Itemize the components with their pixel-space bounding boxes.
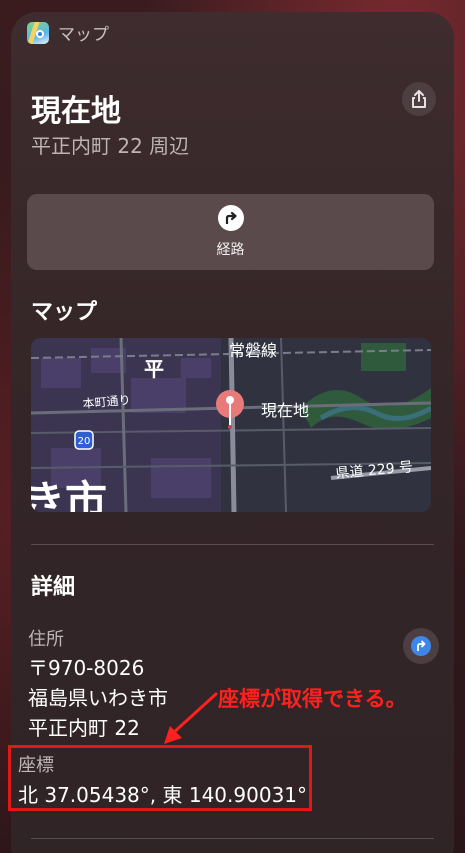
app-header: マップ: [27, 20, 109, 45]
route-button[interactable]: 経路: [27, 194, 434, 270]
share-icon: [412, 90, 426, 108]
map-section-title: マップ: [31, 300, 98, 325]
route-number-label: 20: [78, 436, 91, 447]
app-name: マップ: [58, 25, 109, 45]
map-preview[interactable]: 20 平 常磐線 本町通り 現在地 県道 229 号 き市: [31, 338, 431, 512]
address-line-postal: 〒970-8026: [28, 656, 145, 680]
directions-button[interactable]: [403, 628, 439, 664]
pin-label: 現在地: [261, 401, 309, 420]
turn-arrow-icon: [217, 205, 244, 231]
address-line-city: 福島県いわき市: [28, 686, 168, 710]
annotation-arrow-icon: [164, 692, 218, 744]
coordinate-highlight-box: 座標 北 37.05438°, 東 140.90031°: [8, 745, 312, 811]
city-label: き市: [31, 477, 107, 512]
maps-app-icon: [27, 21, 49, 44]
rail-line-label: 常磐線: [229, 341, 277, 360]
route-label: 経路: [216, 242, 245, 258]
address-label: 住所: [28, 629, 64, 650]
district-label: 平: [144, 357, 164, 381]
page-title: 現在地: [31, 94, 121, 129]
place-sheet: マップ 現在地 平正内町 22 周辺 経路 マップ 20 平 常磐線 本町通り …: [11, 12, 454, 853]
coordinate-label: 座標: [18, 755, 54, 776]
details-section-title: 詳細: [31, 575, 76, 600]
divider: [31, 544, 434, 545]
bottom-divider: [31, 838, 434, 839]
annotation-text: 座標が取得できる。: [218, 687, 407, 711]
location-subtitle: 平正内町 22 周辺: [31, 134, 190, 158]
coordinate-value[interactable]: 北 37.05438°, 東 140.90031°: [18, 779, 307, 808]
address-line-street: 平正内町 22: [28, 716, 140, 740]
share-button[interactable]: [402, 82, 436, 116]
directions-icon: [411, 636, 431, 656]
map-canvas: 20 平 常磐線 本町通り 現在地 県道 229 号 き市: [31, 338, 431, 512]
